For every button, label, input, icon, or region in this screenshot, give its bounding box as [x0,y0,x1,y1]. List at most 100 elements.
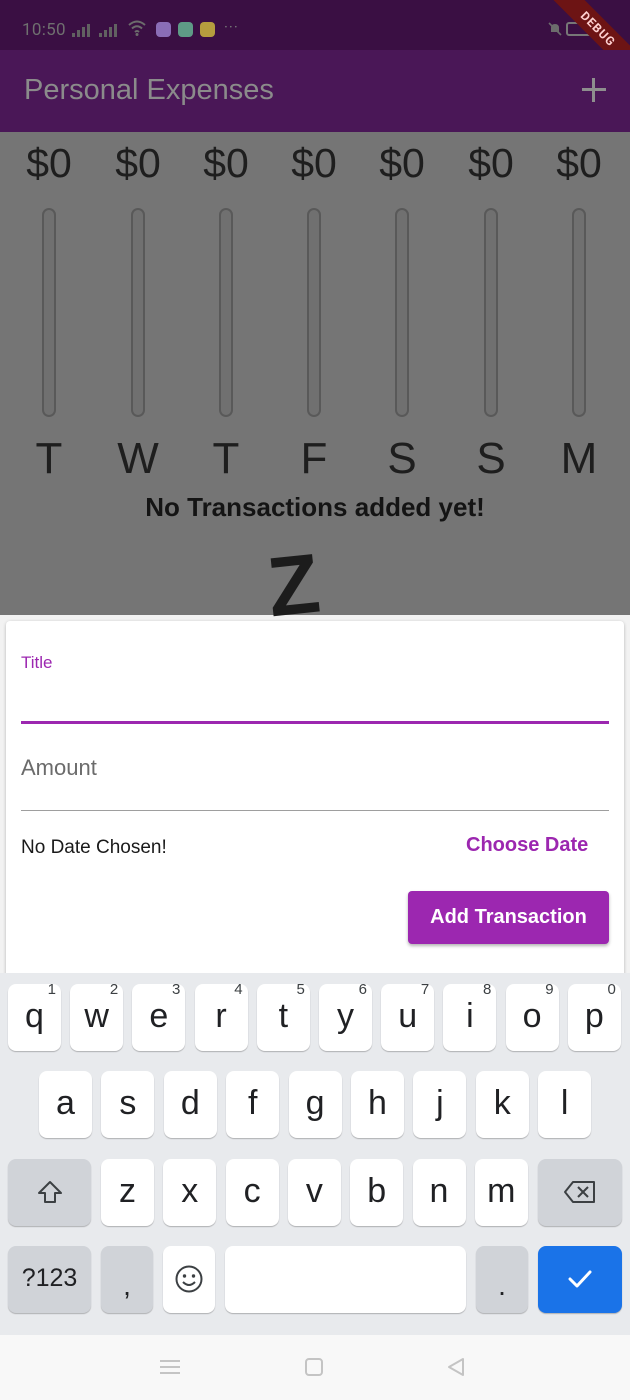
soft-keyboard: q1w2e3r4t5y6u7i8o9p0 asdfghjkl zxcvbnm ?… [0,973,630,1335]
key-k[interactable]: k [475,1071,529,1138]
key-label: q [25,997,44,1035]
key-h[interactable]: h [351,1071,404,1138]
bar-track [484,208,498,417]
bar-track [395,208,409,417]
key-number-hint: 7 [420,981,430,998]
key-number-hint: 6 [358,981,367,998]
bar-amount-label: $0 [468,140,514,186]
bar-amount-label: $0 [26,140,72,186]
shift-key[interactable] [8,1159,91,1226]
key-label: i [466,997,474,1035]
key-w[interactable]: w2 [70,981,124,1051]
key-t[interactable]: t5 [256,981,310,1051]
bar-day-label: T [212,434,240,483]
bar-track [572,208,586,417]
key-number-hint: 2 [109,981,119,998]
chart-bar-column: $0 T [182,132,270,492]
bar-day-label: W [117,434,159,483]
choose-date-button[interactable]: Choose Date [466,834,588,857]
chart-bar-column: $0 F [270,132,358,492]
key-label: o [522,997,542,1035]
backspace-key[interactable] [538,1159,622,1226]
emoji-icon [175,1265,203,1293]
key-n[interactable]: n [412,1159,466,1226]
key-label: y [337,997,354,1035]
key-label: r [215,997,227,1035]
key-q[interactable]: q1 [8,981,61,1051]
bar-day-label: T [35,434,63,483]
app-notification-icon [200,22,215,37]
key-number-hint: 1 [47,981,56,998]
key-number-hint: 0 [607,981,616,998]
key-label: u [398,997,418,1035]
key-m[interactable]: m [474,1159,528,1226]
app-notification-icon [178,22,193,37]
bar-amount-label: $0 [379,140,425,186]
key-x[interactable]: x [163,1159,217,1226]
title-field[interactable] [21,676,609,724]
add-transaction-button[interactable]: Add Transaction [408,891,609,944]
chart-bar-column: $0 S [447,132,535,492]
key-e[interactable]: e3 [132,981,186,1051]
key-z[interactable]: z [101,1159,154,1226]
enter-key[interactable] [538,1246,622,1313]
key-u[interactable]: u7 [381,981,435,1051]
key-label: t [278,997,289,1035]
key-o[interactable]: o9 [505,981,559,1051]
key-s[interactable]: s [101,1071,155,1138]
key-l[interactable]: l [538,1071,592,1138]
title-field-underline [21,721,609,724]
key-j[interactable]: j [413,1071,467,1138]
chart-bar-column: $0 W [94,132,182,492]
app-bar: Personal Expenses [0,50,630,132]
key-label: e [149,997,169,1035]
key-i[interactable]: i8 [443,981,497,1051]
key-number-hint: 4 [234,981,243,998]
key-d[interactable]: d [163,1071,217,1138]
key-v[interactable]: v [287,1159,341,1226]
key-p[interactable]: p0 [567,981,621,1051]
bar-amount-label: $0 [291,140,337,186]
backspace-icon [564,1181,595,1203]
recents-icon[interactable] [160,1359,180,1375]
bar-track [42,208,56,417]
key-y[interactable]: y6 [319,981,372,1051]
status-time: 10:50 [22,20,66,40]
emoji-key[interactable] [163,1246,215,1313]
date-status-text: No Date Chosen! [21,837,167,858]
mute-icon [548,22,562,36]
status-bar: 10:50 ··· DEBUG [0,0,630,87]
key-a[interactable]: a [39,1071,92,1138]
bar-day-label: S [476,434,506,483]
key-r[interactable]: r4 [194,981,248,1051]
signal-icon [72,24,90,37]
key-label: p [584,997,604,1035]
key-label: w [84,997,109,1035]
key-b[interactable]: b [350,1159,404,1226]
home-icon[interactable] [305,1358,323,1376]
app-title: Personal Expenses [24,74,274,106]
key-c[interactable]: c [225,1159,279,1226]
key-f[interactable]: f [226,1071,280,1138]
amount-field-underline [21,810,609,811]
plus-icon[interactable] [580,76,608,104]
key-number-hint: 8 [483,981,492,998]
wifi-icon [128,20,146,36]
period-key[interactable]: . [476,1246,528,1313]
key-g[interactable]: g [288,1071,342,1138]
symbols-key[interactable]: ?123 [8,1246,91,1313]
comma-key[interactable]: , [101,1246,153,1313]
bar-track [307,208,321,417]
bar-amount-label: $0 [203,140,249,186]
new-transaction-sheet: Title Amount No Date Chosen! Choose Date… [6,621,624,981]
bar-day-label: M [560,434,598,483]
key-number-hint: 9 [545,981,554,998]
amount-field[interactable]: Amount [21,755,97,781]
chart-bar-column: $0 S [358,132,446,492]
back-icon[interactable] [446,1357,466,1377]
space-key[interactable] [225,1246,466,1313]
bar-track [131,208,145,417]
title-field-label: Title [21,653,53,672]
key-number-hint: 3 [172,981,181,998]
bar-day-label: S [387,434,417,483]
